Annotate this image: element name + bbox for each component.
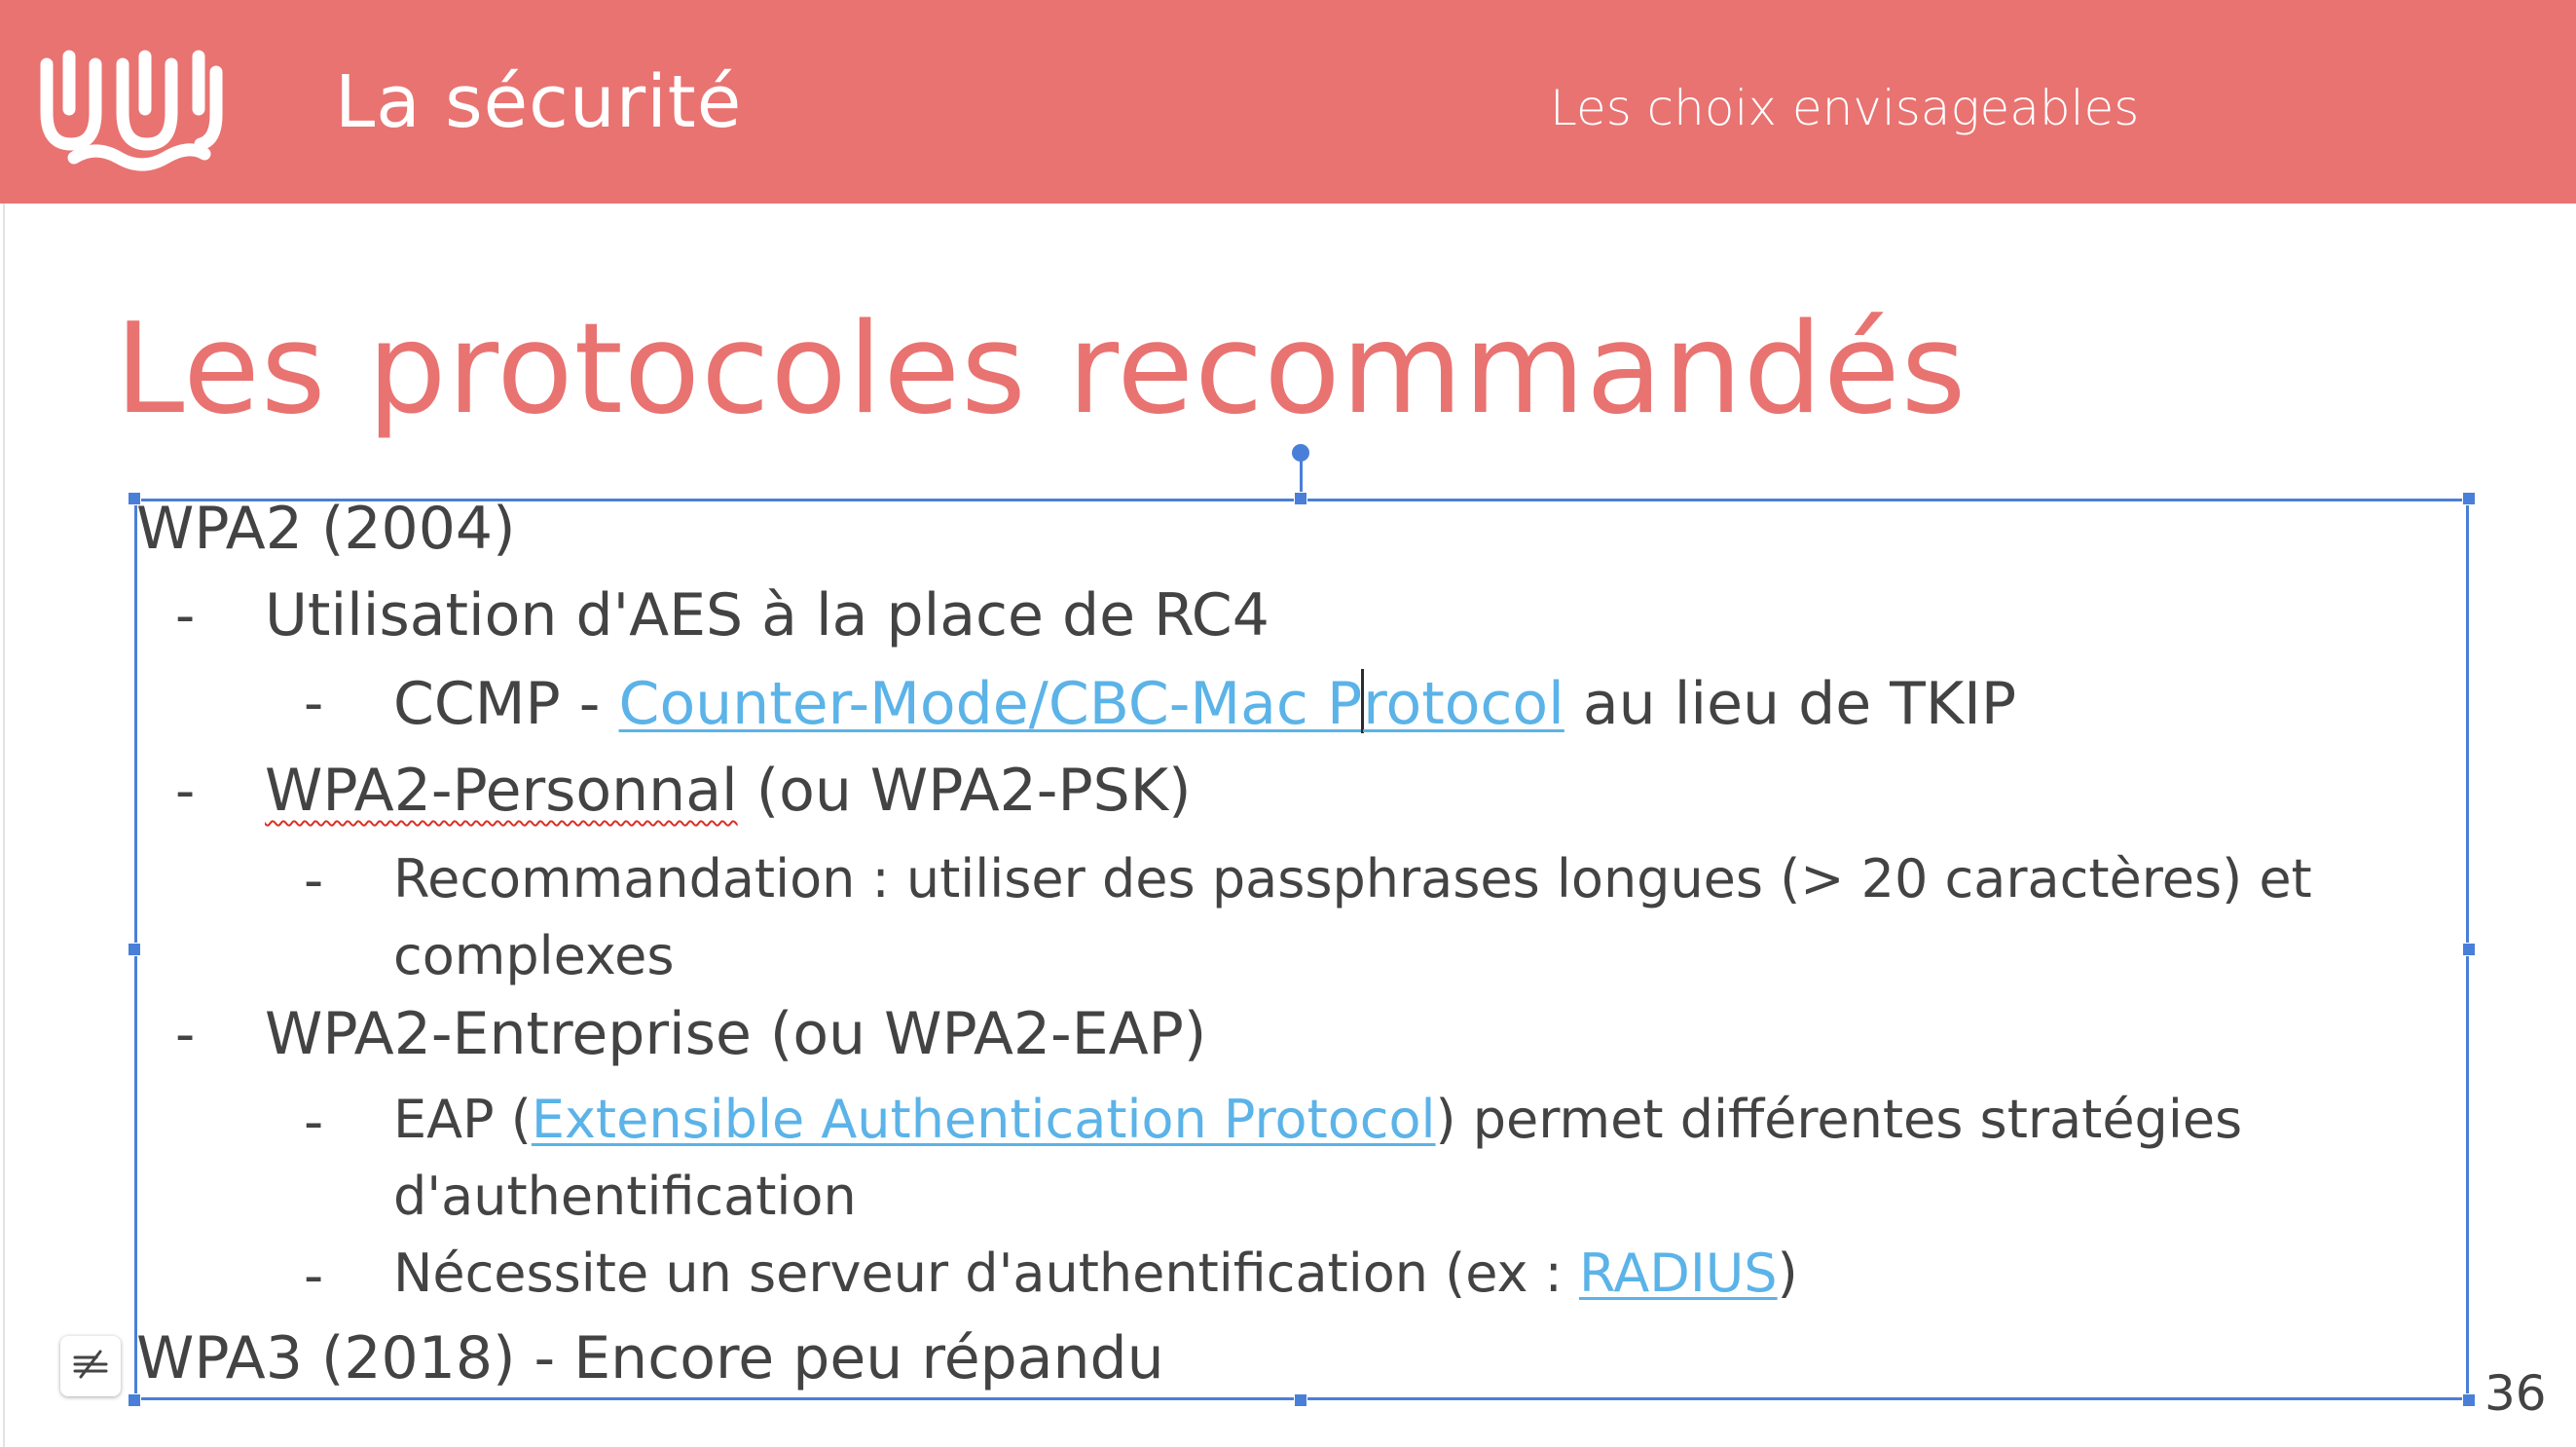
ccmp-prefix: CCMP - — [393, 670, 619, 738]
radius-link[interactable]: RADIUS — [1579, 1243, 1778, 1304]
slide-frame-border — [3, 204, 5, 1447]
uu-logo-icon — [37, 35, 232, 176]
eap-link[interactable]: Extensible Authentication Protocol — [532, 1089, 1436, 1150]
list-item-radius[interactable]: Nécessite un serveur d'authentification … — [393, 1243, 1798, 1304]
bullet-dash: - — [175, 584, 196, 648]
bullet-dash: - — [175, 760, 196, 823]
bullet-dash: - — [304, 1091, 324, 1154]
ccmp-link-part: Counter-Mode/CBC-Mac P — [618, 670, 1363, 738]
slide-header: La sécurité Les choix envisageables — [0, 0, 2576, 204]
list-item-entreprise[interactable]: WPA2-Entreprise (ou WPA2-EAP) — [265, 1000, 1206, 1068]
resize-handle-bottom[interactable] — [1294, 1393, 1307, 1407]
ccmp-link[interactable]: Counter-Mode/CBC-Mac Protocol — [618, 669, 1564, 738]
list-item-recommandation-cont[interactable]: complexes — [393, 925, 675, 986]
bullet-dash: - — [175, 1003, 196, 1066]
list-item-eap-cont[interactable]: d'authentification — [393, 1166, 857, 1227]
autofit-options-button[interactable] — [60, 1336, 121, 1396]
autofit-icon — [71, 1350, 110, 1383]
radius-prefix: Nécessite un serveur d'authentification … — [393, 1243, 1579, 1304]
resize-handle-top-right[interactable] — [2462, 492, 2476, 505]
radius-suffix: ) — [1777, 1243, 1798, 1304]
bullet-dash: - — [304, 1244, 324, 1308]
resize-handle-bottom-right[interactable] — [2462, 1393, 2476, 1407]
header-title: La sécurité — [335, 60, 743, 144]
bullet-dash: - — [304, 672, 324, 735]
wpa2-heading[interactable]: WPA2 (2004) — [136, 495, 515, 563]
resize-handle-right[interactable] — [2462, 943, 2476, 956]
page-number: 36 — [2484, 1365, 2547, 1422]
ccmp-link-part: rotocol — [1363, 670, 1564, 738]
spellcheck-word[interactable]: WPA2-Personnal — [265, 757, 738, 825]
bullet-dash: - — [304, 849, 324, 912]
resize-handle-bottom-left[interactable] — [128, 1393, 141, 1407]
list-item-personal[interactable]: WPA2-Personnal (ou WPA2-PSK) — [265, 757, 1191, 825]
list-item-ccmp[interactable]: CCMP - Counter-Mode/CBC-Mac Protocol au … — [393, 669, 2016, 738]
personal-rest: (ou WPA2-PSK) — [737, 757, 1192, 825]
header-subtitle: Les choix envisageables — [1550, 80, 2140, 136]
eap-prefix: EAP ( — [393, 1089, 532, 1150]
resize-handle-top[interactable] — [1294, 492, 1307, 505]
rotation-handle[interactable] — [1292, 444, 1309, 462]
resize-handle-left[interactable] — [128, 943, 141, 956]
list-item-eap[interactable]: EAP (Extensible Authentication Protocol)… — [393, 1089, 2242, 1150]
wpa3-heading[interactable]: WPA3 (2018) - Encore peu répandu — [136, 1324, 1164, 1392]
eap-suffix: ) permet différentes stratégies — [1435, 1089, 2243, 1150]
list-item-recommandation[interactable]: Recommandation : utiliser des passphrase… — [393, 848, 2312, 909]
slide-title[interactable]: Les protocoles recommandés — [115, 297, 1967, 442]
ccmp-suffix: au lieu de TKIP — [1564, 670, 2017, 738]
list-item-aes[interactable]: Utilisation d'AES à la place de RC4 — [265, 581, 1270, 649]
